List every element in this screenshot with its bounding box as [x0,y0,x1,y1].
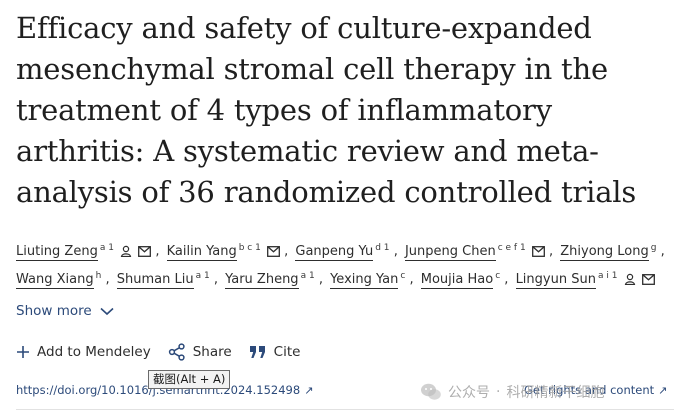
author-item[interactable]: Yexing Yan c [330,271,409,289]
author-item[interactable]: Kailin Yang b c 1 [166,243,284,261]
author-name[interactable]: Junpeng Chen [404,244,496,261]
author-affiliation: a 1 [99,243,114,253]
wechat-icon [421,383,441,400]
person-icon[interactable] [624,273,636,285]
author-name[interactable]: Kailin Yang [166,244,237,261]
mail-icon[interactable] [267,246,280,257]
author-item[interactable]: Ganpeng Yu d 1 [295,243,393,261]
author-affiliation: g [650,243,657,253]
author-item[interactable]: Lingyun Sun a i 1 [515,271,655,289]
author-list: Liuting Zeng a 1 , Kailin Yang b c 1 , Gan… [16,243,665,289]
share-icon [168,343,185,361]
author-name[interactable]: Zhiyong Long [560,244,649,261]
watermark: 公众号 · 科研精新干细胞 [420,378,604,406]
show-more-button[interactable]: Show more [16,303,114,319]
chevron-down-icon [100,307,114,315]
author-name[interactable]: Yaru Zheng [225,272,299,289]
author-item[interactable]: Junpeng Chen c e f 1 [404,243,549,261]
article-actions: Add to Mendeley Share Cite [16,342,317,362]
share-button[interactable]: Share [168,343,232,361]
author-name[interactable]: Liuting Zeng [16,244,98,261]
author-item[interactable]: Liuting Zeng a 1 [16,243,155,261]
author-name[interactable]: Wang Xiang [16,272,94,289]
author-item[interactable]: Moujia Hao c [420,271,505,289]
article-title: Efficacy and safety of culture-expanded … [16,11,637,209]
author-affiliation: d 1 [375,243,390,253]
author-name[interactable]: Lingyun Sun [515,272,596,289]
author-affiliation: c [495,271,501,281]
mail-icon[interactable] [138,246,152,257]
author-affiliation: a 1 [195,271,210,281]
mail-icon[interactable] [531,246,545,257]
cite-button[interactable]: Cite [249,344,301,360]
author-affiliation: b c 1 [238,243,261,253]
add-to-mendeley-button[interactable]: Add to Mendeley [16,344,151,360]
author-affiliation: c e f 1 [497,243,526,253]
author-item[interactable]: Shuman Liu a 1 [116,271,214,289]
quote-icon [249,346,265,358]
show-more-label: Show more [16,303,92,319]
author-name[interactable]: Moujia Hao [420,272,494,289]
plus-icon [17,346,29,358]
external-link-icon: ↗ [304,383,314,397]
author-item[interactable]: Wang Xiang h [16,271,105,289]
screenshot-tooltip: 截图(Alt + A) [148,370,231,389]
watermark-separator: · [496,384,501,400]
external-link-icon: ↗ [658,383,668,397]
author-name[interactable]: Shuman Liu [116,272,194,289]
watermark-text: 公众号 [448,385,490,401]
author-affiliation: a 1 [300,271,315,281]
author-name[interactable]: Ganpeng Yu [295,244,374,261]
divider [16,409,674,410]
add-to-mendeley-label: Add to Mendeley [37,344,151,360]
author-item[interactable]: Zhiyong Long g [560,243,660,261]
author-affiliation: c [400,271,406,281]
person-icon[interactable] [120,245,132,257]
author-affiliation: h [95,271,102,281]
author-item[interactable]: Yaru Zheng a 1 [225,271,319,289]
mail-icon[interactable] [641,274,655,285]
share-label: Share [192,344,232,360]
cite-label: Cite [273,344,301,360]
watermark-account: 科研精新干细胞 [506,385,605,401]
author-name[interactable]: Yexing Yan [330,272,399,289]
author-affiliation: a i 1 [597,271,618,281]
